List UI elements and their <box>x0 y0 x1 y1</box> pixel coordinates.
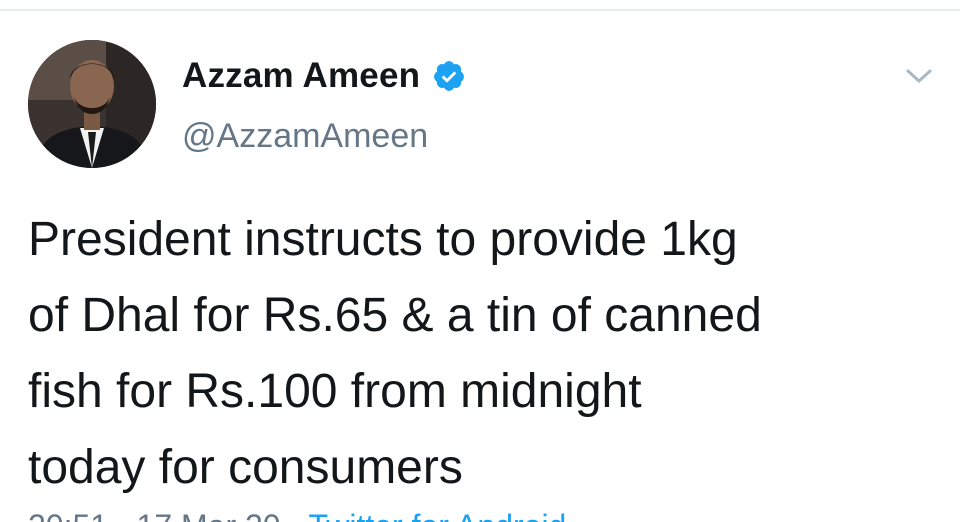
tweet-meta: 20:51 · 17 Mar 20 · Twitter for Android <box>28 508 566 522</box>
meta-separator: · <box>289 508 308 522</box>
meta-separator: · <box>117 508 137 522</box>
avatar[interactable] <box>28 40 156 168</box>
tweet-time[interactable]: 20:51 <box>28 508 108 522</box>
tweet-date[interactable]: 17 Mar 20 <box>137 508 281 522</box>
tweet-card: Azzam Ameen @AzzamAmeen President instru… <box>0 0 960 522</box>
author-handle[interactable]: @AzzamAmeen <box>182 117 428 156</box>
tweet-source[interactable]: Twitter for Android <box>308 508 566 522</box>
author-name-row: Azzam Ameen <box>182 56 466 96</box>
top-divider <box>0 9 960 11</box>
author-display-name[interactable]: Azzam Ameen <box>182 56 420 96</box>
tweet-text: President instructs to provide 1kg of Dh… <box>28 213 762 494</box>
verified-badge-icon <box>432 59 466 93</box>
chevron-down-icon[interactable] <box>902 62 936 90</box>
